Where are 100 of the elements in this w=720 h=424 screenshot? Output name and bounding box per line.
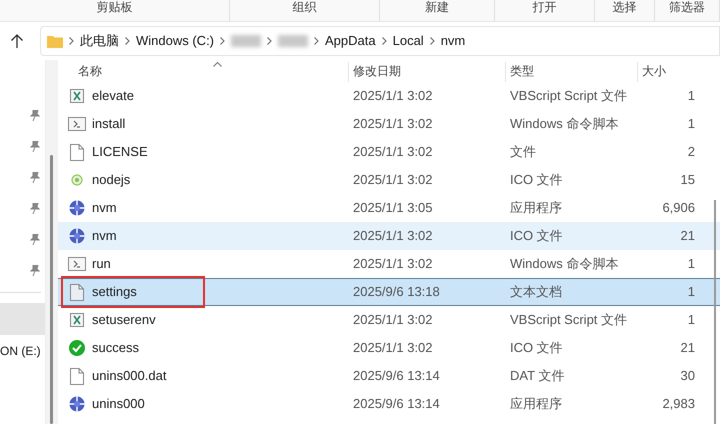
address-bar[interactable]: 此电脑 Windows (C:) AppData Local nvm xyxy=(40,26,720,56)
type-cell-text: 文件 xyxy=(509,143,537,162)
file-row[interactable]: nodejs 2025/1/1 3:02 ICO 文件 15 xyxy=(58,166,720,194)
file-row[interactable]: install 2025/1/1 3:02 Windows 命令脚本 1 xyxy=(58,110,720,138)
file-name: nvm xyxy=(92,227,117,246)
date-cell-text: 2025/1/1 3:02 xyxy=(352,87,434,106)
up-arrow-icon xyxy=(10,33,24,49)
size-cell-text: 2 xyxy=(686,143,695,162)
size-cell-text: 21 xyxy=(680,339,695,358)
ribbon-group-label: 选择 xyxy=(612,0,636,14)
file-name: nodejs xyxy=(92,171,130,190)
file-name: install xyxy=(92,115,126,134)
script-icon xyxy=(69,312,85,328)
script-icon xyxy=(69,88,85,104)
type-cell-text: 应用程序 xyxy=(509,395,563,414)
file-row[interactable]: unins000.dat 2025/9/6 13:14 DAT 文件 30 xyxy=(58,362,720,390)
pin-icon xyxy=(30,203,40,214)
pin-icon xyxy=(30,265,40,276)
type-cell-text: DAT 文件 xyxy=(509,367,566,386)
pin-icon xyxy=(30,141,40,152)
type-cell-text: VBScript Script 文件 xyxy=(509,87,628,106)
type-cell-text: 应用程序 xyxy=(509,199,563,218)
date-cell-text: 2025/1/1 3:02 xyxy=(352,311,434,330)
date-cell-text: 2025/9/6 13:14 xyxy=(352,395,441,414)
file-row[interactable]: success 2025/1/1 3:02 ICO 文件 21 xyxy=(58,334,720,362)
date-cell-text: 2025/9/6 13:14 xyxy=(352,367,441,386)
file-name: nvm xyxy=(92,199,117,218)
pin-icon xyxy=(30,234,40,245)
check-circle-icon xyxy=(69,340,85,356)
file-row[interactable]: elevate 2025/1/1 3:02 VBScript Script 文件 1 xyxy=(58,82,720,110)
document-icon xyxy=(70,284,84,300)
date-cell-text: 2025/1/1 3:02 xyxy=(352,227,434,246)
script-icon xyxy=(68,257,86,271)
type-cell-text: ICO 文件 xyxy=(509,339,564,358)
chevron-icon xyxy=(69,37,74,45)
sort-caret-icon xyxy=(213,62,222,67)
size-cell-text: 15 xyxy=(680,171,695,190)
type-cell-text: ICO 文件 xyxy=(509,227,564,246)
ribbon-group-label: 新建 xyxy=(425,0,449,14)
file-name: success xyxy=(92,339,139,358)
app-icon xyxy=(69,396,85,412)
file-row[interactable]: settings 2025/9/6 13:18 文本文档 1 xyxy=(58,278,720,306)
file-name: LICENSE xyxy=(92,143,148,162)
column-header[interactable]: 类型 xyxy=(505,62,637,82)
ribbon-group-label: 剪贴板 xyxy=(96,0,132,14)
size-cell-text: 1 xyxy=(686,87,695,106)
breadcrumb-link[interactable]: Windows (C:) xyxy=(136,31,214,51)
date-cell-text: 2025/1/1 3:02 xyxy=(352,171,434,190)
file-row[interactable]: unins000 2025/9/6 13:14 应用程序 2,983 xyxy=(58,390,720,418)
breadcrumb-link[interactable]: AppData xyxy=(325,31,376,51)
type-cell-text: ICO 文件 xyxy=(509,171,564,190)
chevron-icon xyxy=(430,37,435,45)
column-header[interactable]: 名称 xyxy=(58,62,348,82)
ribbon-group-label: 筛选器 xyxy=(669,0,705,14)
pin-icon xyxy=(30,110,40,121)
app-icon xyxy=(69,200,85,216)
file-row[interactable]: nvm 2025/1/1 3:02 ICO 文件 21 xyxy=(58,222,720,250)
breadcrumb-link[interactable]: 此电脑 xyxy=(80,31,119,51)
type-cell-text: Windows 命令脚本 xyxy=(509,255,620,274)
column-header[interactable]: 大小 xyxy=(637,62,702,82)
file-row[interactable]: LICENSE 2025/1/1 3:02 文件 2 xyxy=(58,138,720,166)
date-cell-text: 2025/1/1 3:02 xyxy=(352,143,434,162)
file-row[interactable]: setuserenv 2025/1/1 3:02 VBScript Script 文件 1 xyxy=(58,306,720,334)
blurred-segment xyxy=(278,35,308,47)
nav-item[interactable] xyxy=(0,303,45,335)
size-cell-text: 1 xyxy=(686,311,695,330)
size-cell-text: 6,906 xyxy=(661,199,695,218)
chevron-icon xyxy=(220,37,226,45)
file-row[interactable]: run 2025/1/1 3:02 Windows 命令脚本 1 xyxy=(58,250,720,278)
document-icon xyxy=(70,368,84,384)
type-cell-text: VBScript Script 文件 xyxy=(509,311,628,330)
breadcrumb-link[interactable]: nvm xyxy=(440,31,466,51)
column-header[interactable]: 修改日期 xyxy=(348,62,505,82)
file-name: setuserenv xyxy=(92,311,156,330)
file-name: elevate xyxy=(92,87,134,106)
date-cell-text: 2025/9/6 13:18 xyxy=(352,283,441,302)
blurred-segment xyxy=(231,35,262,47)
pin-icon xyxy=(30,172,40,183)
file-name: settings xyxy=(92,283,137,302)
nav-item[interactable]: ON (E:) xyxy=(0,335,45,367)
date-cell-text: 2025/1/1 3:05 xyxy=(352,199,434,218)
breadcrumb-link[interactable]: Local xyxy=(392,31,424,51)
date-cell-text: 2025/1/1 3:02 xyxy=(352,339,434,358)
chevron-icon xyxy=(382,37,387,45)
size-cell-text: 1 xyxy=(686,115,695,134)
scrollbar-thumb[interactable] xyxy=(50,155,53,424)
ribbon-group-label: 打开 xyxy=(532,0,556,14)
date-cell-text: 2025/1/1 3:02 xyxy=(352,255,434,274)
script-icon xyxy=(68,117,86,131)
app-icon xyxy=(69,228,85,244)
size-cell-text: 1 xyxy=(686,283,695,302)
folder-icon xyxy=(47,34,63,48)
file-name: unins000 xyxy=(92,395,145,414)
file-row[interactable]: nvm 2025/1/1 3:05 应用程序 6,906 xyxy=(58,194,720,222)
size-cell-text: 30 xyxy=(680,367,695,386)
chevron-icon xyxy=(125,37,130,45)
ribbon-group-label: 组织 xyxy=(292,0,316,14)
document-icon xyxy=(70,144,84,160)
date-cell-text: 2025/1/1 3:02 xyxy=(352,115,434,134)
chevron-icon xyxy=(267,37,272,45)
